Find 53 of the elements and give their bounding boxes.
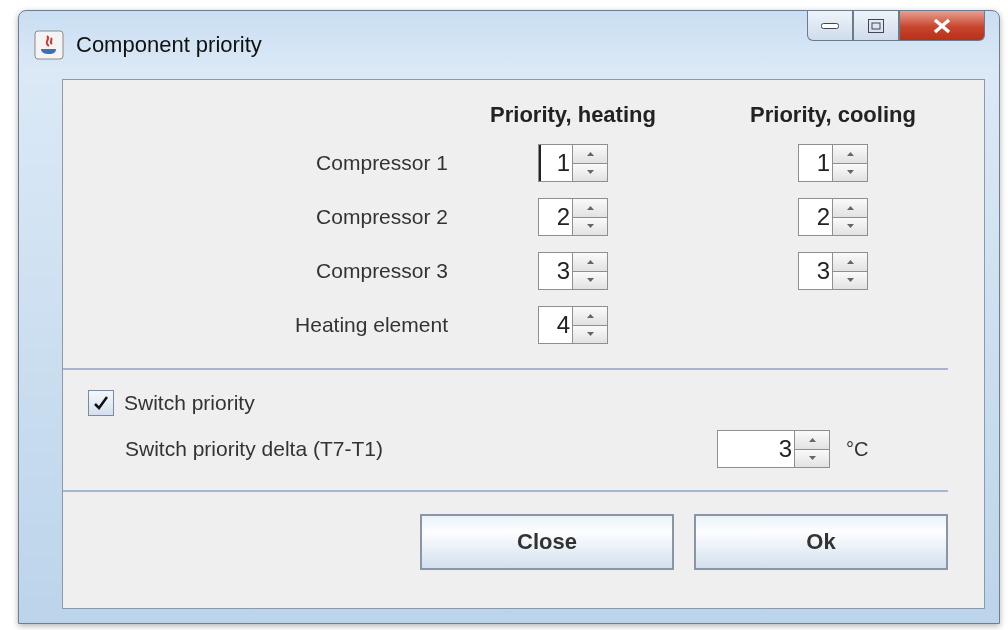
- up-arrow-icon: [846, 205, 854, 210]
- increment-button[interactable]: [573, 307, 607, 326]
- spinner-field[interactable]: 3: [538, 252, 608, 290]
- unit-label: °C: [846, 437, 869, 461]
- switch-priority-checkbox[interactable]: Switch priority: [88, 390, 984, 416]
- minimize-button[interactable]: [807, 11, 853, 41]
- increment-button[interactable]: [795, 431, 829, 450]
- spinner-field[interactable]: 2: [538, 198, 608, 236]
- component-label: Compressor 1: [315, 151, 448, 175]
- up-arrow-icon: [846, 259, 854, 264]
- column-header: Priority, heating: [489, 102, 657, 128]
- column-header: Priority, cooling: [749, 102, 917, 128]
- down-arrow-icon: [846, 170, 854, 175]
- down-arrow-icon: [808, 456, 816, 461]
- up-arrow-icon: [586, 259, 594, 264]
- window-title: Component priority: [76, 32, 262, 58]
- increment-button[interactable]: [833, 253, 867, 272]
- spinner-field[interactable]: 3: [717, 430, 830, 468]
- spinner-field[interactable]: 1: [538, 144, 608, 182]
- down-arrow-icon: [586, 332, 594, 337]
- increment-button[interactable]: [833, 199, 867, 218]
- app-icon: [34, 30, 64, 60]
- increment-button[interactable]: [833, 145, 867, 164]
- delta-label: Switch priority delta (T7-T1): [125, 437, 384, 461]
- close-button[interactable]: Close: [420, 514, 674, 570]
- close-window-button[interactable]: [899, 11, 985, 41]
- component-label: Compressor 2: [315, 205, 448, 229]
- close-icon: [933, 17, 951, 34]
- checkbox[interactable]: [88, 390, 114, 416]
- up-arrow-icon: [808, 437, 816, 442]
- up-arrow-icon: [586, 205, 594, 210]
- increment-button[interactable]: [573, 199, 607, 218]
- spinner-field[interactable]: 1: [798, 144, 868, 182]
- spinner-field[interactable]: 2: [798, 198, 868, 236]
- minimize-icon: [821, 22, 839, 29]
- spinner-field[interactable]: 4: [538, 306, 608, 344]
- up-arrow-icon: [586, 313, 594, 318]
- down-arrow-icon: [846, 224, 854, 229]
- checkmark-icon: [94, 396, 108, 410]
- maximize-icon: [868, 18, 884, 33]
- component-label: Heating element: [294, 313, 448, 337]
- down-arrow-icon: [586, 278, 594, 283]
- component-label: Compressor 3: [315, 259, 448, 283]
- increment-button[interactable]: [573, 253, 607, 272]
- up-arrow-icon: [586, 151, 594, 156]
- maximize-button[interactable]: [853, 11, 899, 41]
- down-arrow-icon: [586, 224, 594, 229]
- ok-button[interactable]: Ok: [694, 514, 948, 570]
- increment-button[interactable]: [573, 145, 607, 164]
- up-arrow-icon: [846, 151, 854, 156]
- down-arrow-icon: [846, 278, 854, 283]
- down-arrow-icon: [586, 170, 594, 175]
- spinner-field[interactable]: 3: [798, 252, 868, 290]
